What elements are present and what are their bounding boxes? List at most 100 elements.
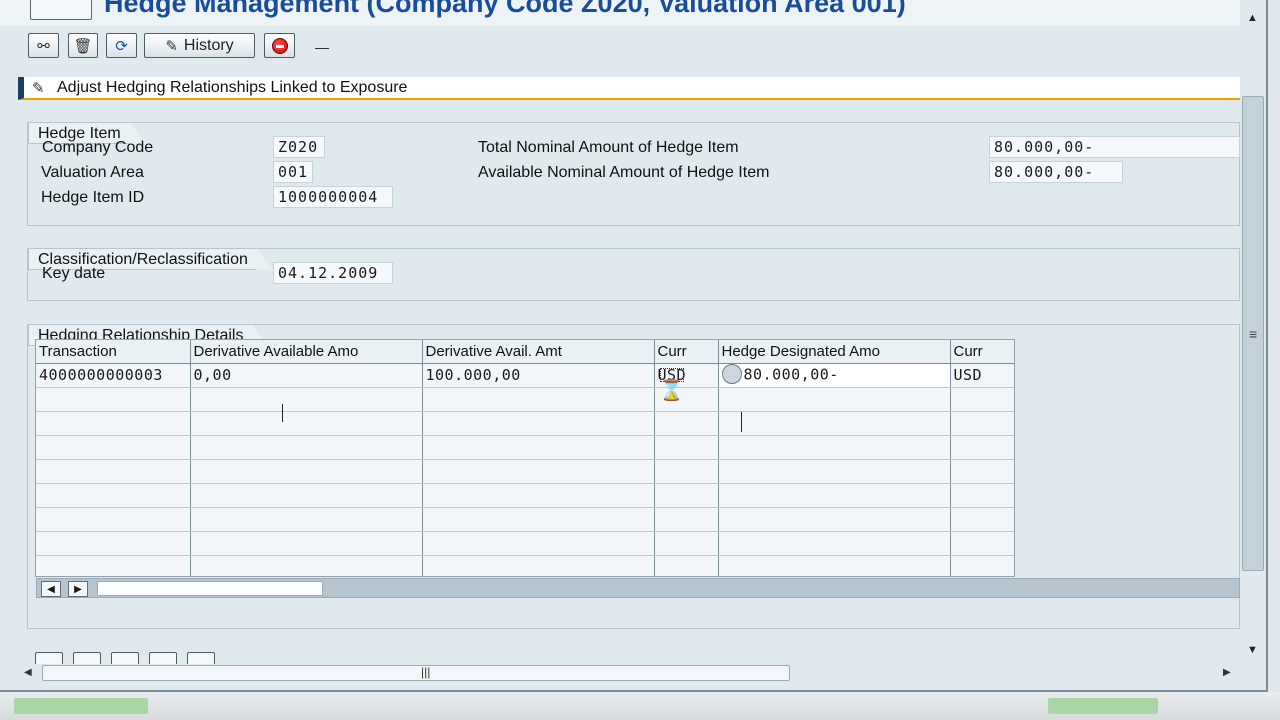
empty-cell[interactable]: [190, 555, 423, 576]
derivative-avail-amt-cell[interactable]: 100.000,00: [422, 363, 655, 388]
empty-cell[interactable]: [190, 459, 423, 484]
empty-cell[interactable]: [190, 483, 423, 508]
window-horizontal-scrollbar[interactable]: ◀ ||| ▶: [18, 664, 1240, 682]
bottom-tool-button[interactable]: [187, 652, 215, 664]
scroll-right-icon[interactable]: ▶: [68, 581, 88, 597]
bottom-tool-button[interactable]: [149, 652, 177, 664]
empty-cell[interactable]: [654, 507, 719, 532]
company-code-field[interactable]: Z020: [273, 136, 325, 158]
refresh-button[interactable]: ⟳: [106, 33, 137, 58]
history-button[interactable]: ✎ History: [144, 33, 255, 58]
empty-cell[interactable]: [36, 555, 191, 576]
window-menu-icon[interactable]: [30, 0, 92, 20]
scroll-left-icon[interactable]: ◀: [41, 581, 61, 597]
scroll-down-icon[interactable]: ▼: [1247, 644, 1258, 656]
empty-cell[interactable]: [718, 387, 951, 412]
table-row-empty[interactable]: [36, 531, 1014, 556]
empty-cell[interactable]: [36, 411, 191, 436]
available-nominal-field[interactable]: 80.000,00-: [989, 161, 1123, 183]
empty-cell[interactable]: [654, 411, 719, 436]
bottom-tool-button[interactable]: [111, 652, 139, 664]
col-curr-header[interactable]: Curr: [654, 340, 719, 364]
col-curr-2-header[interactable]: Curr: [950, 340, 1014, 364]
vertical-scrollbar[interactable]: ▲ ≡ ▼: [1241, 12, 1266, 662]
total-nominal-field[interactable]: 80.000,00-: [989, 136, 1240, 158]
table-row[interactable]: 4000000000003 0,00 100.000,00 USD 80.000…: [36, 363, 1014, 388]
empty-cell[interactable]: [36, 387, 191, 412]
empty-cell[interactable]: [718, 531, 951, 556]
table-row-empty[interactable]: [36, 459, 1014, 484]
empty-cell[interactable]: [422, 411, 655, 436]
empty-cell[interactable]: [190, 387, 423, 412]
empty-cell[interactable]: [190, 435, 423, 460]
transaction-cell[interactable]: 4000000000003: [36, 363, 191, 388]
empty-cell[interactable]: [36, 483, 191, 508]
empty-cell[interactable]: [950, 531, 1014, 556]
empty-cell[interactable]: [950, 483, 1014, 508]
window-scroll-thumb[interactable]: |||: [42, 665, 790, 681]
empty-cell[interactable]: [422, 507, 655, 532]
taskbar-item[interactable]: [14, 698, 148, 714]
empty-cell[interactable]: [36, 531, 191, 556]
empty-cell[interactable]: [654, 531, 719, 556]
empty-cell[interactable]: [654, 555, 719, 576]
empty-cell[interactable]: [950, 387, 1014, 412]
table-row-empty[interactable]: [36, 555, 1014, 576]
empty-cell[interactable]: [654, 459, 719, 484]
valuation-area-field[interactable]: 001: [273, 161, 313, 183]
col-hedge-designated-header[interactable]: Hedge Designated Amo: [718, 340, 951, 364]
key-date-field[interactable]: 04.12.2009: [273, 262, 393, 284]
window-scroll-right-icon[interactable]: ▶: [1223, 667, 1231, 678]
empty-cell[interactable]: [654, 483, 719, 508]
empty-cell[interactable]: [190, 531, 423, 556]
empty-cell[interactable]: [36, 507, 191, 532]
table-horizontal-scrollbar[interactable]: ◀ ▶: [36, 578, 1240, 598]
table-row-empty[interactable]: [36, 411, 1014, 436]
taskbar-item[interactable]: [1048, 698, 1158, 714]
table-row-empty[interactable]: [36, 507, 1014, 532]
col-transaction-header[interactable]: Transaction: [36, 340, 191, 364]
table-row-empty[interactable]: [36, 435, 1014, 460]
empty-cell[interactable]: [950, 507, 1014, 532]
empty-cell[interactable]: [950, 435, 1014, 460]
empty-cell[interactable]: [718, 507, 951, 532]
col-derivative-avail-amt-header[interactable]: Derivative Avail. Amt: [422, 340, 655, 364]
cancel-button[interactable]: [264, 33, 295, 58]
table-scroll-thumb[interactable]: [97, 581, 323, 596]
empty-cell[interactable]: [422, 387, 655, 412]
empty-cell[interactable]: [190, 507, 423, 532]
empty-cell[interactable]: [950, 411, 1014, 436]
empty-cell[interactable]: [950, 555, 1014, 576]
hedge-item-id-field[interactable]: 1000000004: [273, 186, 393, 208]
empty-cell[interactable]: [190, 411, 423, 436]
table-row-empty[interactable]: [36, 483, 1014, 508]
display-button[interactable]: ⚯: [28, 33, 59, 58]
curr-2-cell[interactable]: USD: [950, 363, 1014, 388]
delete-button[interactable]: 🗑: [68, 33, 98, 58]
table-row-empty[interactable]: [36, 387, 1014, 412]
bottom-tool-button[interactable]: [35, 652, 63, 664]
glasses-icon: ⚯: [37, 37, 50, 55]
empty-cell[interactable]: [718, 459, 951, 484]
vertical-scroll-thumb[interactable]: ≡: [1242, 96, 1264, 571]
empty-cell[interactable]: [36, 459, 191, 484]
empty-cell[interactable]: [422, 531, 655, 556]
empty-cell[interactable]: [422, 435, 655, 460]
empty-cell[interactable]: [950, 459, 1014, 484]
empty-cell[interactable]: [422, 555, 655, 576]
scroll-up-icon[interactable]: ▲: [1247, 12, 1258, 24]
empty-cell[interactable]: [422, 459, 655, 484]
empty-cell[interactable]: [36, 435, 191, 460]
empty-cell[interactable]: [422, 483, 655, 508]
hedge-designated-cell[interactable]: 80.000,00-: [718, 363, 951, 388]
value-help-icon[interactable]: [721, 364, 742, 384]
empty-cell[interactable]: [718, 483, 951, 508]
empty-cell[interactable]: [718, 555, 951, 576]
derivative-available-cell[interactable]: 0,00: [190, 363, 423, 388]
window-scroll-left-icon[interactable]: ◀: [24, 667, 32, 678]
col-derivative-available-header[interactable]: Derivative Available Amo: [190, 340, 423, 364]
empty-cell[interactable]: [718, 411, 951, 436]
empty-cell[interactable]: [654, 435, 719, 460]
bottom-tool-button[interactable]: [73, 652, 101, 664]
empty-cell[interactable]: [718, 435, 951, 460]
